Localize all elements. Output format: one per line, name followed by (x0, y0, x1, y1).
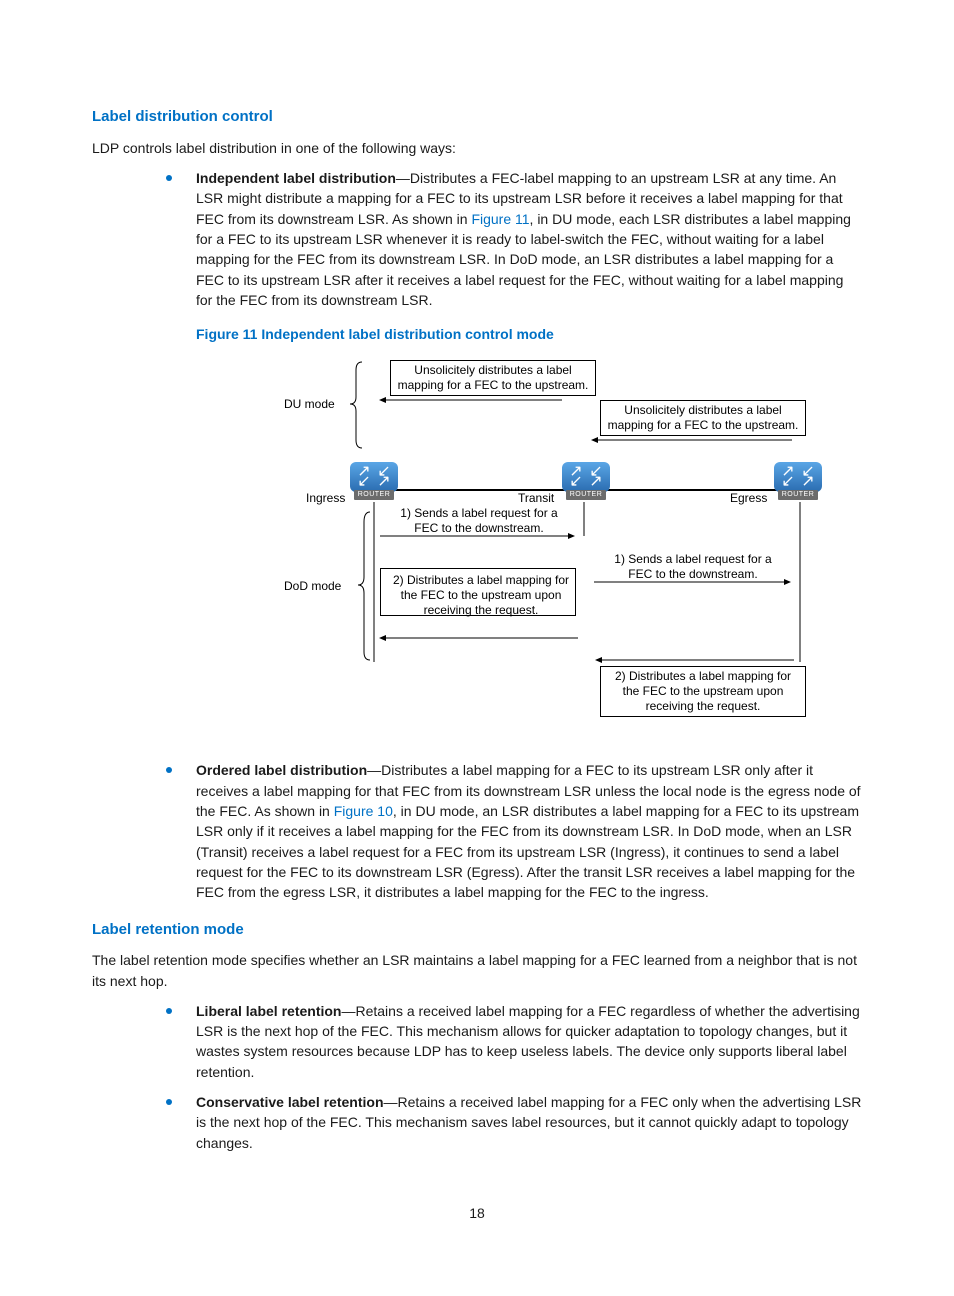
bullet-ordered: Ordered label distribution—Distributes a… (162, 760, 862, 902)
dod-request-right: 1) Sends a label request for aFEC to the… (608, 552, 778, 582)
link-figure-11[interactable]: Figure 11 (471, 211, 529, 227)
router-ingress-icon: ↗↙↙↗ ROUTER (350, 462, 398, 502)
label-dod-mode: DoD mode (284, 578, 341, 595)
bullet-bold: Conservative label retention (196, 1094, 384, 1110)
figure-caption: Figure 11 Independent label distribution… (196, 324, 862, 344)
bullet-list-distribution-2: Ordered label distribution—Distributes a… (162, 760, 862, 902)
bullet-list-distribution: Independent label distribution—Distribut… (162, 168, 862, 310)
link-figure-10[interactable]: Figure 10 (334, 803, 393, 819)
du-box-right: Unsolicitely distributes a labelmapping … (600, 400, 806, 436)
dod-distribute-right: 2) Distributes a label mapping forthe FE… (600, 666, 806, 717)
heading-label-retention-mode: Label retention mode (92, 919, 862, 941)
heading-label-distribution-control: Label distribution control (92, 106, 862, 128)
label-egress: Egress (730, 490, 767, 507)
label-du-mode: DU mode (284, 396, 335, 413)
dod-distribute-left-border (380, 568, 576, 616)
page-number: 18 (92, 1203, 862, 1223)
intro-text: LDP controls label distribution in one o… (92, 138, 862, 158)
label-transit: Transit (518, 490, 554, 507)
bullet-independent: Independent label distribution—Distribut… (162, 168, 862, 310)
intro-text-2: The label retention mode specifies wheth… (92, 950, 862, 991)
bullet-liberal: Liberal label retention—Retains a receiv… (162, 1001, 862, 1082)
label-ingress: Ingress (306, 490, 345, 507)
du-box-left: Unsolicitely distributes a labelmapping … (390, 360, 596, 396)
bullet-bold: Liberal label retention (196, 1003, 341, 1019)
dod-request-left: 1) Sends a label request for aFEC to the… (394, 506, 564, 536)
router-transit-icon: ↗↙↙↗ ROUTER (562, 462, 610, 502)
bullet-bold: Ordered label distribution (196, 762, 367, 778)
bullet-bold: Independent label distribution (196, 170, 396, 186)
router-egress-icon: ↗↙↙↗ ROUTER (774, 462, 822, 502)
figure-11-diagram: DU mode DoD mode Unsolicitely distribute… (262, 352, 822, 742)
bullet-conservative: Conservative label retention—Retains a r… (162, 1092, 862, 1153)
bullet-list-retention: Liberal label retention—Retains a receiv… (162, 1001, 862, 1153)
